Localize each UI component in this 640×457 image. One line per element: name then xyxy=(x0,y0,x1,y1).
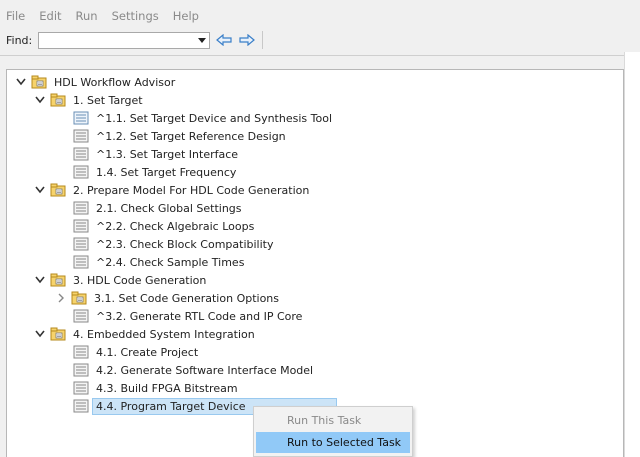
tree-node-label: ^2.4. Check Sample Times xyxy=(96,255,245,269)
task-icon xyxy=(73,219,89,233)
chevron-down-icon[interactable] xyxy=(34,94,46,106)
task-icon xyxy=(73,345,89,359)
run-this-task-menu-item[interactable]: Run This Task xyxy=(256,410,410,431)
find-input[interactable] xyxy=(39,32,196,48)
folder-icon xyxy=(50,183,66,197)
menu-bar: File Edit Run Settings Help xyxy=(0,6,640,26)
tree-node-label: ^1.3. Set Target Interface xyxy=(96,147,239,161)
toolbar-separator xyxy=(262,31,264,49)
tree-node-label: 4.1. Create Project xyxy=(96,345,199,359)
tree-node-task[interactable]: ^1.2. Set Target Reference Design xyxy=(73,127,289,145)
tree-node-set-target[interactable]: 1. Set Target xyxy=(34,91,146,109)
menu-file[interactable]: File xyxy=(6,9,25,23)
menu-settings[interactable]: Settings xyxy=(112,9,159,23)
chevron-right-icon[interactable] xyxy=(55,292,67,304)
chevron-down-icon[interactable] xyxy=(34,184,46,196)
folder-icon xyxy=(50,273,66,287)
tree-node-root[interactable]: HDL Workflow Advisor xyxy=(15,73,178,91)
menu-run[interactable]: Run xyxy=(76,9,98,23)
menu-help[interactable]: Help xyxy=(173,9,199,23)
tree-node-task[interactable]: 4.2. Generate Software Interface Model xyxy=(73,361,316,379)
tree-node-label: 4.2. Generate Software Interface Model xyxy=(96,363,314,377)
tree-node-prepare-model[interactable]: 2. Prepare Model For HDL Code Generation xyxy=(34,181,312,199)
find-next-button[interactable] xyxy=(238,32,256,48)
task-icon xyxy=(73,165,89,179)
tree-node-task[interactable]: 1.4. Set Target Frequency xyxy=(73,163,239,181)
right-pane-edge xyxy=(624,52,640,457)
task-icon xyxy=(73,147,89,161)
task-icon xyxy=(73,237,89,251)
task-tree: HDL Workflow Advisor 1. Set Target ^1.1.… xyxy=(6,69,624,457)
find-label: Find: xyxy=(6,33,33,47)
tree-node-label: 3. HDL Code Generation xyxy=(73,273,207,287)
hdl-workflow-advisor-window: File Edit Run Settings Help Find: HDL Wo… xyxy=(0,0,640,457)
run-to-selected-task-menu-item[interactable]: Run to Selected Task xyxy=(256,432,410,453)
tree-node-label: 1.4. Set Target Frequency xyxy=(96,165,237,179)
tree-node-label: 1. Set Target xyxy=(73,93,143,107)
tree-node-label: ^2.3. Check Block Compatibility xyxy=(96,237,274,251)
tree-node-label: ^1.1. Set Target Device and Synthesis To… xyxy=(96,111,332,125)
tree-node-task[interactable]: ^3.2. Generate RTL Code and IP Core xyxy=(73,307,305,325)
tree-node-label: 2. Prepare Model For HDL Code Generation xyxy=(73,183,310,197)
task-icon xyxy=(73,381,89,395)
tree-node-task[interactable]: ^2.4. Check Sample Times xyxy=(73,253,247,271)
task-icon xyxy=(73,129,89,143)
task-icon xyxy=(73,255,89,269)
folder-icon xyxy=(50,327,66,341)
tree-node-task[interactable]: 2.1. Check Global Settings xyxy=(73,199,245,217)
tree-node-task[interactable]: ^2.3. Check Block Compatibility xyxy=(73,235,276,253)
task-icon xyxy=(73,399,89,413)
task-icon xyxy=(73,201,89,215)
folder-icon xyxy=(50,93,66,107)
chevron-down-icon[interactable] xyxy=(34,328,46,340)
chevron-down-icon[interactable] xyxy=(34,274,46,286)
tree-node-task[interactable]: ^1.1. Set Target Device and Synthesis To… xyxy=(73,109,335,127)
tree-node-task[interactable]: ^2.2. Check Algebraic Loops xyxy=(73,217,257,235)
tree-node-task[interactable]: 4.1. Create Project xyxy=(73,343,201,361)
tree-node-label: 2.1. Check Global Settings xyxy=(96,201,242,215)
context-menu: Run This Task Run to Selected Task xyxy=(253,406,413,457)
find-previous-button[interactable] xyxy=(215,32,233,48)
tree-node-label: ^3.2. Generate RTL Code and IP Core xyxy=(96,309,303,323)
tree-node-hdl-code-generation[interactable]: 3. HDL Code Generation xyxy=(34,271,209,289)
tree-node-label: ^2.2. Check Algebraic Loops xyxy=(96,219,255,233)
tree-node-task[interactable]: ^1.3. Set Target Interface xyxy=(73,145,241,163)
tree-node-label: ^1.2. Set Target Reference Design xyxy=(96,129,286,143)
task-icon xyxy=(73,363,89,377)
tree-node-label: HDL Workflow Advisor xyxy=(54,75,176,89)
folder-icon xyxy=(31,75,47,89)
tree-node-label: 4.3. Build FPGA Bitstream xyxy=(96,381,238,395)
find-toolbar: Find: xyxy=(0,28,640,52)
arrow-left-icon xyxy=(216,34,232,46)
tree-node-embedded-system-integration[interactable]: 4. Embedded System Integration xyxy=(34,325,258,343)
tree-node-label: 4. Embedded System Integration xyxy=(73,327,255,341)
chevron-down-icon[interactable] xyxy=(198,37,207,43)
tree-node-task[interactable]: 4.3. Build FPGA Bitstream xyxy=(73,379,241,397)
find-combobox[interactable] xyxy=(38,31,211,49)
task-icon xyxy=(73,309,89,323)
task-icon xyxy=(73,111,89,125)
tree-node-code-generation-options[interactable]: 3.1. Set Code Generation Options xyxy=(55,289,282,307)
menu-edit[interactable]: Edit xyxy=(39,9,61,23)
tree-node-label: 3.1. Set Code Generation Options xyxy=(94,291,280,305)
chevron-down-icon[interactable] xyxy=(15,76,27,88)
arrow-right-icon xyxy=(239,34,256,46)
divider xyxy=(0,55,625,56)
folder-icon xyxy=(71,291,87,305)
